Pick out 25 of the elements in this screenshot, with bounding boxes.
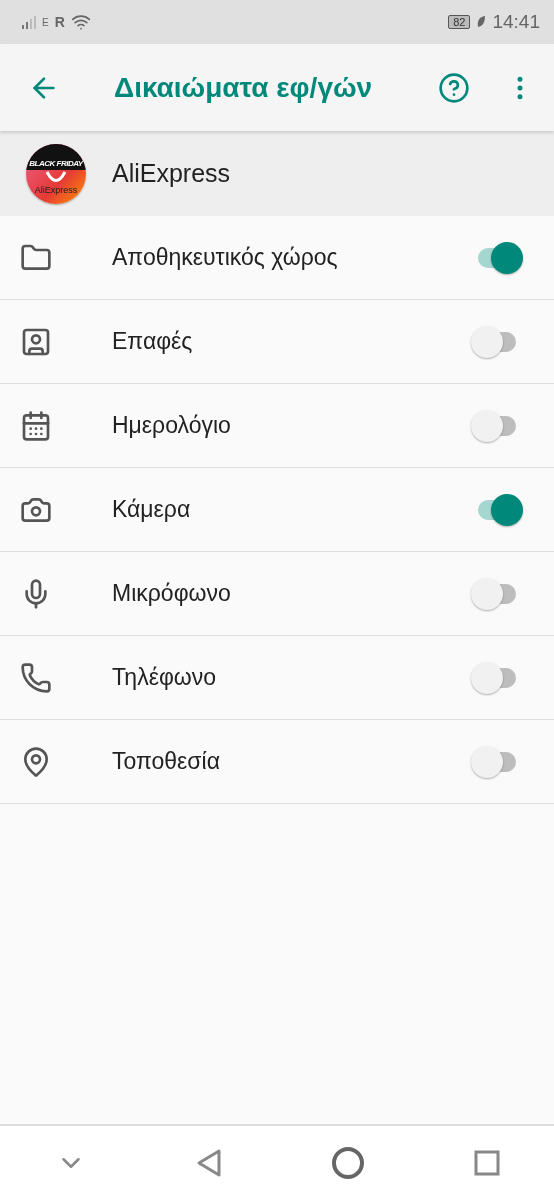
bag-handle-icon <box>45 171 67 183</box>
permission-label: Τοποθεσία <box>112 748 221 775</box>
clock-time: 14:41 <box>492 11 540 33</box>
calendar-icon <box>20 409 52 442</box>
battery-level: 82 <box>448 15 471 29</box>
permission-label: Αποθηκευτικός χώρος <box>112 244 339 271</box>
network-type: E <box>42 16 49 28</box>
logo-banner-text: BLACK FRIDAY <box>26 143 86 170</box>
logo-text: AliExpress <box>34 184 78 195</box>
permission-label: Κάμερα <box>112 496 192 523</box>
back-nav-icon[interactable] <box>195 1148 222 1178</box>
permission-label: Τηλέφωνο <box>112 664 218 691</box>
signal-icon <box>20 14 36 30</box>
page-title: Δικαιώματα εφ/γών <box>114 71 374 104</box>
permission-label: Επαφές <box>112 328 194 355</box>
permission-label: Ημερολόγιο <box>112 412 232 439</box>
home-nav-icon[interactable] <box>330 1146 365 1180</box>
recents-nav-icon[interactable] <box>473 1150 500 1176</box>
app-name: AliExpress <box>112 159 231 188</box>
leaf-icon <box>476 15 487 29</box>
phone-icon <box>20 661 52 694</box>
permission-label: Μικρόφωνο <box>112 580 232 607</box>
help-icon[interactable] <box>438 71 470 104</box>
wifi-icon <box>70 12 91 32</box>
roaming-indicator: R <box>54 14 65 30</box>
